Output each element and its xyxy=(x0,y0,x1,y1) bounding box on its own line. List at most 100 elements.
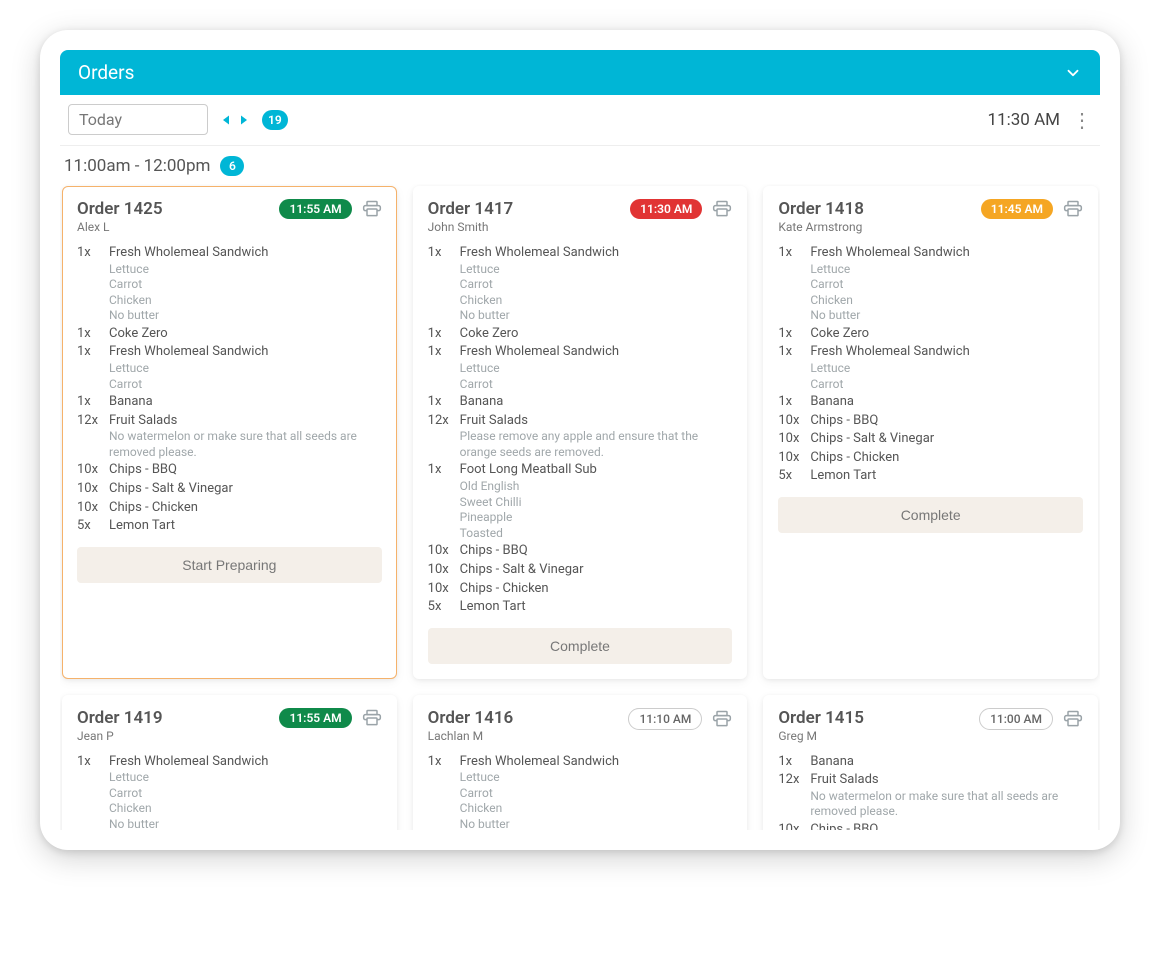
item-qty: 5x xyxy=(77,517,101,535)
item-qty: 12x xyxy=(778,771,802,820)
order-item-row: 10xChips - Chicken xyxy=(77,499,382,517)
item-modifier: No butter xyxy=(460,817,733,830)
order-card[interactable]: Order 1418Kate Armstrong11:45 AM1xFresh … xyxy=(763,186,1098,679)
item-qty: 10x xyxy=(778,412,802,430)
total-orders-badge: 19 xyxy=(262,110,288,130)
order-time-pill: 11:55 AM xyxy=(279,708,351,728)
item-qty: 1x xyxy=(778,325,802,343)
order-items: 1xFresh Wholemeal SandwichLettuceCarrotC… xyxy=(77,244,382,535)
order-item-row: 1xFoot Long Meatball SubOld EnglishSweet… xyxy=(428,461,733,541)
item-qty: 1x xyxy=(77,343,101,392)
order-action-button[interactable]: Complete xyxy=(778,497,1083,533)
order-action-button[interactable]: Complete xyxy=(428,628,733,664)
item-name: Banana xyxy=(460,393,733,411)
item-modifier: Lettuce xyxy=(460,770,733,786)
item-note: Please remove any apple and ensure that … xyxy=(460,429,733,460)
item-qty: 1x xyxy=(77,753,101,830)
item-modifier: Chicken xyxy=(109,293,382,309)
order-id: Order 1419 xyxy=(77,708,163,728)
printer-icon[interactable] xyxy=(712,709,732,729)
chevron-down-icon[interactable] xyxy=(1064,64,1082,82)
printer-icon[interactable] xyxy=(362,708,382,728)
toolbar: Today 19 11:30 AM ⋮ xyxy=(60,95,1100,146)
order-items: 1xFresh Wholemeal SandwichLettuceCarrotC… xyxy=(428,244,733,616)
order-item-row: 1xFresh Wholemeal SandwichLettuceCarrot xyxy=(428,343,733,392)
item-name: Foot Long Meatball Sub xyxy=(460,461,733,479)
item-modifier: Lettuce xyxy=(810,262,1083,278)
printer-icon[interactable] xyxy=(362,199,382,219)
order-card[interactable]: Order 1415Greg M11:00 AM1xBanana12xFruit… xyxy=(763,695,1098,830)
item-qty: 1x xyxy=(77,244,101,324)
order-card[interactable]: Order 1419Jean P11:55 AM1xFresh Wholemea… xyxy=(62,695,397,830)
item-qty: 10x xyxy=(778,449,802,467)
order-item-row: 1x Coke Zero xyxy=(428,325,733,343)
item-name: Coke Zero xyxy=(109,325,382,343)
order-card[interactable]: Order 1425Alex L11:55 AM1xFresh Wholemea… xyxy=(62,186,397,679)
item-qty: 1x xyxy=(428,325,452,343)
order-card[interactable]: Order 1417John Smith11:30 AM1xFresh Whol… xyxy=(413,186,748,679)
item-qty: 10x xyxy=(778,430,802,448)
item-qty: 1x xyxy=(778,393,802,411)
order-item-row: 10xChips - Salt & Vinegar xyxy=(778,430,1083,448)
item-modifier: No butter xyxy=(810,308,1083,324)
item-name: Fresh Wholemeal Sandwich xyxy=(460,244,733,262)
order-customer: Alex L xyxy=(77,220,163,234)
order-item-row: 10xChips - BBQ xyxy=(778,821,1083,830)
item-note: No watermelon or make sure that all seed… xyxy=(109,429,382,460)
item-modifier: Carrot xyxy=(109,277,382,293)
order-time-pill: 11:55 AM xyxy=(279,199,351,219)
order-item-row: 5x Lemon Tart xyxy=(428,598,733,616)
order-item-row: 10x Chips - BBQ xyxy=(77,461,382,479)
order-card[interactable]: Order 1416Lachlan M11:10 AM 1xFresh Whole… xyxy=(413,695,748,830)
item-qty: 12x xyxy=(428,412,452,461)
order-card-header: Order 1425Alex L11:55 AM xyxy=(77,199,382,234)
item-qty: 10x xyxy=(428,542,452,560)
item-qty: 5x xyxy=(428,598,452,616)
printer-icon[interactable] xyxy=(1063,199,1083,219)
item-name: Banana xyxy=(109,393,382,411)
order-item-row: 12xFruit SaladsNo watermelon or make sur… xyxy=(77,412,382,461)
order-item-row: 1x Coke Zero xyxy=(778,325,1083,343)
item-modifier: Sweet Chilli xyxy=(460,495,733,511)
item-qty: 10x xyxy=(428,580,452,598)
item-modifier: Carrot xyxy=(460,277,733,293)
time-slot-count: 6 xyxy=(220,156,244,176)
more-menu-icon[interactable]: ⋮ xyxy=(1072,110,1092,130)
item-qty: 1x xyxy=(778,753,802,771)
order-customer: Greg M xyxy=(778,729,864,743)
order-item-row: 1xBanana xyxy=(77,393,382,411)
printer-icon[interactable] xyxy=(712,199,732,219)
item-name: Fruit Salads xyxy=(810,771,1083,789)
printer-icon[interactable] xyxy=(1063,709,1083,729)
item-modifier: Chicken xyxy=(109,801,382,817)
order-customer: Lachlan M xyxy=(428,729,514,743)
item-modifier: Carrot xyxy=(810,277,1083,293)
order-action-button[interactable]: Start Preparing xyxy=(77,547,382,583)
orders-scroll[interactable]: Order 1425Alex L11:55 AM1xFresh Wholemea… xyxy=(60,184,1100,830)
item-name: Lemon Tart xyxy=(460,598,733,616)
order-time-pill: 11:45 AM xyxy=(981,199,1053,219)
order-item-row: 1xFresh Wholemeal SandwichLettuceCarrotC… xyxy=(428,244,733,324)
item-name: Coke Zero xyxy=(460,325,733,343)
item-qty: 1x xyxy=(778,343,802,392)
date-select[interactable]: Today xyxy=(68,104,208,135)
item-qty: 1x xyxy=(428,461,452,541)
item-qty: 10x xyxy=(77,461,101,479)
item-name: Fresh Wholemeal Sandwich xyxy=(460,343,733,361)
next-day-icon[interactable] xyxy=(236,111,252,129)
order-card-header: Order 1416Lachlan M11:10 AM xyxy=(428,708,733,743)
item-modifier: Carrot xyxy=(460,786,733,802)
item-name: Chips - Salt & Vinegar xyxy=(109,480,382,498)
item-name: Coke Zero xyxy=(810,325,1083,343)
tablet-frame: Orders Today 19 11:30 AM ⋮ 11:00am - 12:… xyxy=(40,30,1120,850)
order-id: Order 1415 xyxy=(778,708,864,728)
item-qty: 1x xyxy=(77,325,101,343)
item-name: Chips - BBQ xyxy=(109,461,382,479)
order-items: 1xFresh Wholemeal SandwichLettuceCarrotC… xyxy=(428,753,733,830)
item-modifier: Carrot xyxy=(460,377,733,393)
order-item-row: 12xFruit SaladsPlease remove any apple a… xyxy=(428,412,733,461)
prev-day-icon[interactable] xyxy=(218,111,234,129)
order-item-row: 1xBanana xyxy=(778,393,1083,411)
item-name: Fruit Salads xyxy=(109,412,382,430)
item-modifier: Pineapple xyxy=(460,510,733,526)
